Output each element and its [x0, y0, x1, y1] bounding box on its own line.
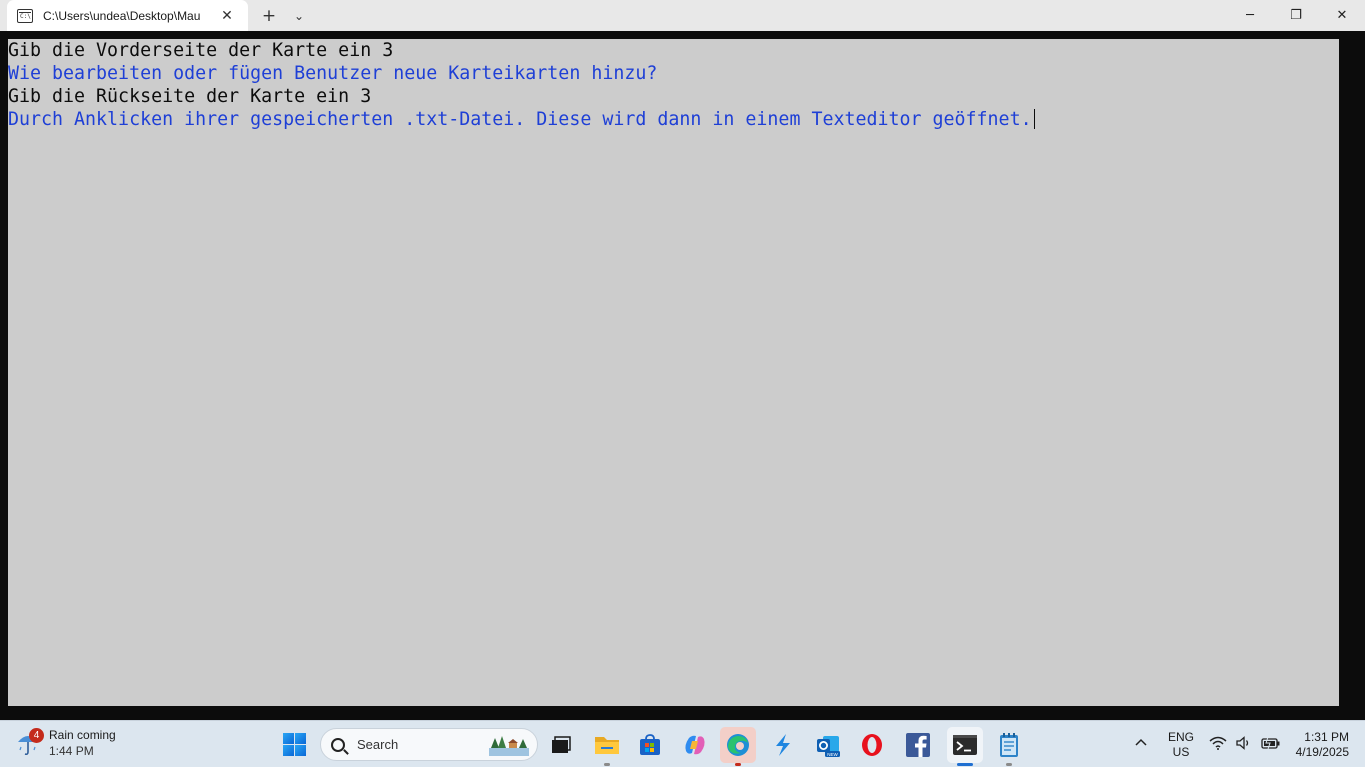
task-view-icon	[552, 736, 571, 753]
console-frame: Gib die Vorderseite der Karte ein 3 Wie …	[0, 31, 1365, 720]
chevron-down-icon[interactable]: ⌄	[284, 0, 314, 31]
weather-time: 1:44 PM	[49, 744, 94, 758]
opera-button[interactable]	[854, 727, 890, 763]
taskbar: 4 Rain coming 1:44 PM Search NEW ENG US …	[0, 720, 1365, 767]
copilot-icon	[685, 735, 705, 755]
lang-code: ENG	[1167, 730, 1194, 744]
file-explorer-button[interactable]	[589, 727, 625, 766]
notification-badge: 4	[29, 728, 44, 743]
clock-date: 4/19/2025	[1295, 745, 1349, 759]
visual-studio-button[interactable]	[765, 727, 801, 763]
clock-time: 1:31 PM	[1304, 730, 1349, 744]
close-tab-icon[interactable]: ✕	[219, 8, 235, 24]
tab-title: C:\Users\undea\Desktop\Mau	[43, 8, 201, 23]
umbrella-icon: 4	[14, 728, 44, 758]
opera-icon	[862, 734, 882, 756]
wifi-icon	[1209, 736, 1227, 750]
console-line-3: Gib die Rückseite der Karte ein 3	[8, 85, 371, 108]
terminal-tab[interactable]: C:\ C:\Users\undea\Desktop\Mau ✕	[7, 0, 248, 31]
active-indicator	[957, 763, 973, 766]
attention-indicator	[735, 763, 741, 766]
tab-icon-text: C:\	[20, 12, 31, 20]
terminal-icon	[953, 735, 977, 755]
facebook-icon	[906, 733, 930, 757]
close-window-button[interactable]: ✕	[1319, 0, 1365, 31]
input-language-indicator[interactable]: ENG US	[1166, 730, 1196, 760]
running-indicator	[604, 763, 610, 766]
text-cursor	[1033, 109, 1035, 129]
weather-text: Rain coming 1:44 PM	[49, 727, 116, 759]
search-label: Search	[357, 737, 399, 752]
chevron-up-icon	[1135, 738, 1147, 746]
console-output[interactable]: Gib die Vorderseite der Karte ein 3 Wie …	[8, 39, 1339, 706]
task-view-button[interactable]	[543, 727, 579, 763]
new-tab-button[interactable]: +	[254, 0, 284, 31]
console-line-3-text: Gib die Rückseite der Karte ein 3	[8, 86, 372, 107]
edge-icon	[727, 734, 749, 756]
vs-icon	[776, 734, 790, 756]
outlook-button[interactable]: NEW	[810, 727, 846, 763]
console-line-4: Durch Anklicken ihrer gespeicherten .txt…	[8, 108, 1035, 131]
terminal-button[interactable]	[947, 727, 983, 766]
facebook-button[interactable]	[900, 727, 936, 763]
console-line-2: Wie bearbeiten oder fügen Benutzer neue …	[8, 62, 657, 85]
running-indicator	[1006, 763, 1012, 766]
store-icon	[640, 734, 660, 755]
console-line-1: Gib die Vorderseite der Karte ein 3	[8, 39, 393, 62]
weather-title: Rain coming	[49, 728, 116, 742]
copilot-button[interactable]	[677, 727, 713, 763]
outlook-icon: NEW	[817, 736, 840, 757]
lang-region: US	[1172, 745, 1190, 759]
tray-icons[interactable]	[1209, 736, 1281, 750]
microsoft-store-button[interactable]	[632, 727, 668, 763]
search-box[interactable]: Search	[320, 728, 538, 761]
console-line-2-text: Wie bearbeiten oder fügen Benutzer neue …	[8, 63, 658, 84]
title-bar: C:\ C:\Users\undea\Desktop\Mau ✕ + ⌄ ─ ❐…	[0, 0, 1365, 31]
windows-start-icon[interactable]	[283, 733, 306, 756]
folder-icon	[595, 737, 619, 754]
show-hidden-icons-button[interactable]	[1135, 735, 1147, 750]
system-clock[interactable]: 1:31 PM 4/19/2025	[1283, 730, 1349, 760]
search-icon	[331, 737, 345, 752]
weather-widget[interactable]: 4 Rain coming 1:44 PM	[14, 727, 116, 759]
console-line-4-text: Durch Anklicken ihrer gespeicherten .txt…	[8, 109, 1032, 130]
minimize-button[interactable]: ─	[1227, 0, 1273, 31]
command-prompt-icon: C:\	[17, 8, 33, 23]
search-highlight-icon	[489, 736, 529, 756]
battery-icon	[1261, 736, 1280, 750]
window-controls: ─ ❐ ✕	[1227, 0, 1365, 31]
volume-icon	[1236, 736, 1249, 750]
restore-button[interactable]: ❐	[1273, 0, 1319, 31]
svg-text:NEW: NEW	[827, 752, 838, 757]
notepad-icon	[1000, 733, 1018, 757]
notepad-button[interactable]	[991, 727, 1027, 766]
edge-button[interactable]	[720, 727, 756, 766]
console-line-1-text: Gib die Vorderseite der Karte ein 3	[8, 40, 394, 61]
